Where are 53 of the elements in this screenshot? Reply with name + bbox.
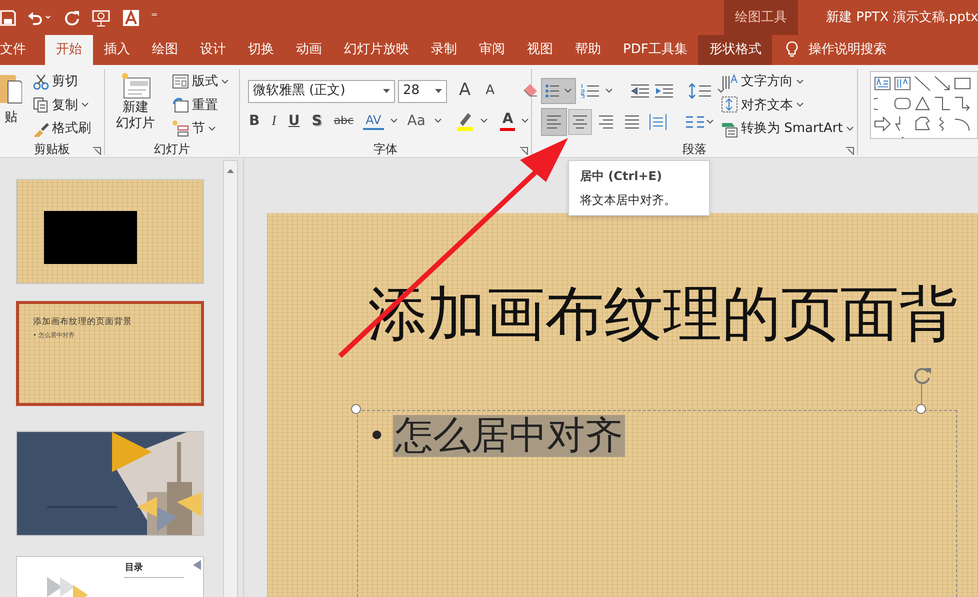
group-label: 段落 [682, 141, 706, 158]
ribbon-tab[interactable]: 插入 [93, 35, 141, 65]
contextual-tab-label: 绘图工具 [724, 0, 798, 35]
thumbnail-title: 目录 [125, 562, 143, 575]
thumbnail-title: 添加画布纹理的页面背景 [33, 316, 132, 329]
font-size-button[interactable]: A [456, 79, 474, 103]
ribbon-tab[interactable]: 审阅 [468, 35, 516, 65]
paste-button[interactable]: 贴 [0, 71, 22, 128]
ribbon-tab[interactable]: PDF工具集 [612, 35, 698, 65]
clipboard-button[interactable]: 格式刷 [30, 118, 94, 140]
tooltip-text: 将文本居中对齐。 [580, 192, 677, 209]
format-button[interactable]: U [285, 109, 303, 133]
group-label: 幻灯片 [154, 141, 190, 158]
format-button[interactable]: S [308, 109, 325, 133]
clipboard-button[interactable]: 剪切 [30, 71, 94, 92]
clipboard-button[interactable]: 复制 [30, 94, 94, 116]
bullet-text: 怎么居中对齐 [393, 415, 625, 457]
ribbon-tab[interactable]: 设计 [189, 35, 237, 65]
text-box[interactable]: • 怎么居中对齐 [357, 410, 957, 597]
font-size-button[interactable]: A [482, 79, 498, 103]
search-hint[interactable]: 操作说明搜索 [808, 40, 886, 60]
group-label: 剪贴板 [34, 141, 70, 158]
ribbon-tab[interactable]: 动画 [285, 35, 333, 65]
ribbon-tab[interactable]: 幻灯片放映 [333, 35, 420, 65]
ribbon-tab[interactable]: 形状格式 [698, 35, 772, 65]
tooltip-title: 居中 (Ctrl+E) [580, 168, 663, 185]
group-label: 字体 [374, 141, 398, 158]
font-color-button[interactable]: A [500, 111, 516, 131]
format-button[interactable]: Aa [404, 109, 428, 133]
ribbon-tab[interactable]: 视图 [516, 35, 564, 65]
ribbon-tab[interactable]: 帮助 [564, 35, 612, 65]
format-button[interactable]: I [268, 109, 280, 133]
format-button[interactable]: B [246, 109, 263, 133]
font-size-field[interactable]: 28 [398, 80, 447, 102]
paragraph-button[interactable]: 对齐文本 [718, 94, 857, 116]
slides-button[interactable]: 版式 [169, 71, 232, 92]
format-button[interactable]: AV [362, 112, 384, 130]
ribbon-tab[interactable]: 切换 [237, 35, 285, 65]
ribbon-tab[interactable]: 绘图 [141, 35, 189, 65]
new-slide-button[interactable]: 新建 幻灯片 [113, 71, 158, 134]
slide-thumbnail[interactable]: 目录 [16, 556, 204, 597]
ribbon-tab[interactable]: 文件 [0, 35, 37, 65]
slides-button[interactable]: 节 [169, 118, 232, 140]
paragraph-button[interactable]: 文字方向 [718, 71, 857, 92]
font-name-field[interactable]: 微软雅黑 (正文) [248, 80, 395, 102]
document-title: 新建 PPTX 演示文稿.pptx [826, 9, 978, 27]
ribbon-tab[interactable]: 开始 [45, 35, 93, 65]
customize-menu[interactable]: ⁼ [151, 8, 158, 28]
format-button[interactable]: abc [330, 109, 357, 133]
paragraph-button[interactable]: 转换为 SmartArt [718, 118, 857, 140]
slides-button[interactable]: 重置 [169, 94, 232, 116]
ribbon-tab[interactable]: 录制 [420, 35, 468, 65]
bullet-mark: • [368, 419, 386, 455]
